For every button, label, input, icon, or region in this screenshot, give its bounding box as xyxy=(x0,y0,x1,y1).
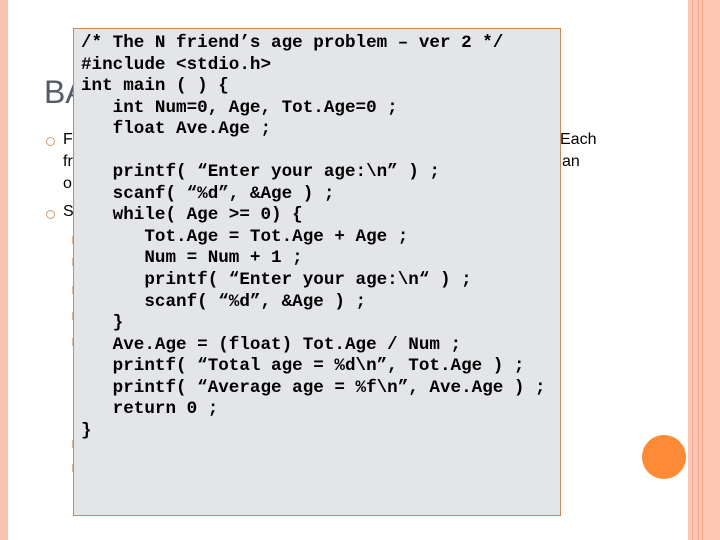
bullet-text-right: an xyxy=(562,153,580,170)
code-line: printf( “Enter your age:\n” ) ; xyxy=(81,162,440,183)
bullet-text-right: Each xyxy=(560,131,597,148)
code-line: float Ave.Age ; xyxy=(81,119,272,140)
bullet-icon xyxy=(46,137,55,146)
bullet-icon xyxy=(46,210,55,219)
bullet-text: fr xyxy=(63,153,73,170)
code-line: return 0 ; xyxy=(81,399,219,420)
code-line: printf( “Average age = %f\n”, Ave.Age ) … xyxy=(81,377,546,398)
code-line: Ave.Age = (float) Tot.Age / Num ; xyxy=(81,334,462,355)
code-line: /* The N friend’s age problem – ver 2 */ xyxy=(81,33,504,53)
code-line: scanf( “%d”, &Age ) ; xyxy=(81,291,367,312)
code-line: printf( “Total age = %d\n”, Tot.Age ) ; xyxy=(81,356,525,377)
code-line: Num = Num + 1 ; xyxy=(81,248,303,269)
code-line: ​ xyxy=(81,141,546,163)
code-line: } xyxy=(81,313,124,334)
code-line: int Num=0, Age, Tot.Age=0 ; xyxy=(81,97,398,118)
code-line: printf( “Enter your age:\n“ ) ; xyxy=(81,270,472,291)
code-line: scanf( “%d”, &Age ) ; xyxy=(81,183,335,204)
bullet-text: F xyxy=(63,131,73,148)
orange-circle-decoration xyxy=(642,435,686,479)
left-border-stripe xyxy=(0,0,8,540)
code-line: #include <stdio.h> xyxy=(81,54,272,75)
code-line: } xyxy=(81,420,92,441)
code-box: /* The N friend’s age problem – ver 2 */… xyxy=(73,28,561,516)
code-line: Tot.Age = Tot.Age + Age ; xyxy=(81,226,409,247)
code-line: while( Age >= 0) { xyxy=(81,205,303,226)
right-border-stripes xyxy=(688,0,720,540)
code-line: int main ( ) { xyxy=(81,76,229,97)
code-listing: /* The N friend’s age problem – ver 2 */… xyxy=(81,33,546,442)
bullet-text: o xyxy=(63,175,72,192)
